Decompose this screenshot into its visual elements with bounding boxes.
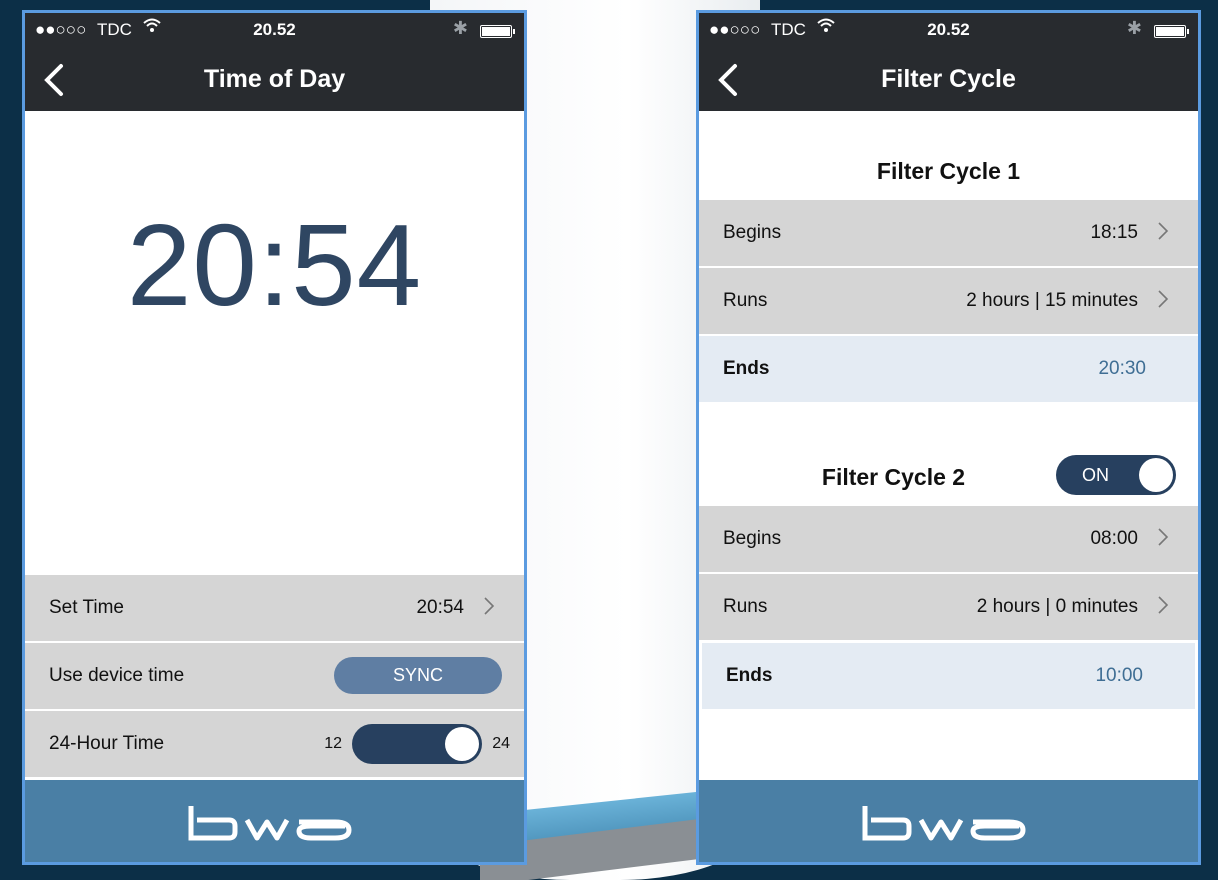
cycle2-runs-row[interactable]: Runs 2 hours | 0 minutes xyxy=(699,574,1198,640)
hour24-row: 24-Hour Time 12 24 xyxy=(25,711,524,777)
device-time-label: Use device time xyxy=(49,665,185,686)
footer-bar xyxy=(25,780,524,862)
ends-value: 20:30 xyxy=(1098,358,1146,379)
status-clock: 20.52 xyxy=(253,20,296,39)
hour24-toggle[interactable] xyxy=(352,724,482,764)
bluetooth-icon: ✱ xyxy=(1126,18,1142,38)
toggle-on-label: ON xyxy=(1082,465,1109,485)
time-of-day-screen: ●●○○○ TDC 20.52 ✱ Time of Day 20:54 Set … xyxy=(22,10,527,865)
toggle-knob xyxy=(1139,458,1173,492)
toggle-knob xyxy=(445,727,479,761)
footer-bar xyxy=(699,780,1198,862)
filter-cycle-1-title: Filter Cycle 1 xyxy=(876,158,1021,184)
cycle1-ends-row: Ends 20:30 xyxy=(699,336,1198,402)
cycle2-ends-row: Ends 10:00 xyxy=(702,643,1195,709)
filter-cycle-screen: ●●○○○ TDC 20.52 ✱ Filter Cycle Filter Cy… xyxy=(696,10,1201,865)
set-time-value: 20:54 xyxy=(416,597,464,618)
runs-value: 2 hours | 15 minutes xyxy=(966,290,1138,311)
set-time-row[interactable]: Set Time 20:54 xyxy=(25,575,524,641)
sync-button[interactable]: SYNC xyxy=(334,657,502,694)
ends-label: Ends xyxy=(723,358,770,379)
toggle-24-label: 24 xyxy=(492,735,510,752)
page-title: Filter Cycle xyxy=(881,65,1016,93)
status-bar: ●●○○○ TDC 20.52 ✱ xyxy=(25,13,524,49)
page-title: Time of Day xyxy=(203,65,346,93)
ends-value: 10:00 xyxy=(1095,665,1143,686)
cycle1-begins-row[interactable]: Begins 18:15 xyxy=(699,200,1198,266)
device-time-row: Use device time SYNC xyxy=(25,643,524,709)
battery-icon xyxy=(480,25,515,38)
nav-bar: Filter Cycle xyxy=(699,49,1198,111)
nav-bar: Time of Day xyxy=(25,49,524,111)
chevron-right-icon xyxy=(1156,526,1170,548)
begins-value: 18:15 xyxy=(1090,222,1138,243)
bwa-logo xyxy=(185,804,365,842)
toggle-12-label: 12 xyxy=(324,735,342,752)
cycle2-begins-row[interactable]: Begins 08:00 xyxy=(699,506,1198,572)
runs-label: Runs xyxy=(723,290,768,311)
begins-label: Begins xyxy=(723,222,782,243)
runs-label: Runs xyxy=(723,596,768,617)
begins-label: Begins xyxy=(723,528,782,549)
cycle1-runs-row[interactable]: Runs 2 hours | 15 minutes xyxy=(699,268,1198,334)
filter-cycle-2-toggle[interactable]: ON xyxy=(1056,455,1176,495)
status-clock: 20.52 xyxy=(927,20,970,39)
current-time-display: 20:54 xyxy=(126,200,423,330)
runs-value: 2 hours | 0 minutes xyxy=(976,596,1138,617)
chevron-right-icon xyxy=(1156,288,1170,310)
bwa-logo xyxy=(859,804,1039,842)
hour24-label: 24-Hour Time xyxy=(49,733,165,754)
bluetooth-icon: ✱ xyxy=(452,18,468,38)
ends-label: Ends xyxy=(726,665,773,686)
chevron-right-icon xyxy=(1156,220,1170,242)
begins-value: 08:00 xyxy=(1090,528,1138,549)
battery-icon xyxy=(1154,25,1189,38)
set-time-label: Set Time xyxy=(49,597,124,618)
chevron-right-icon xyxy=(482,595,496,617)
status-bar: ●●○○○ TDC 20.52 ✱ xyxy=(699,13,1198,49)
chevron-right-icon xyxy=(1156,594,1170,616)
